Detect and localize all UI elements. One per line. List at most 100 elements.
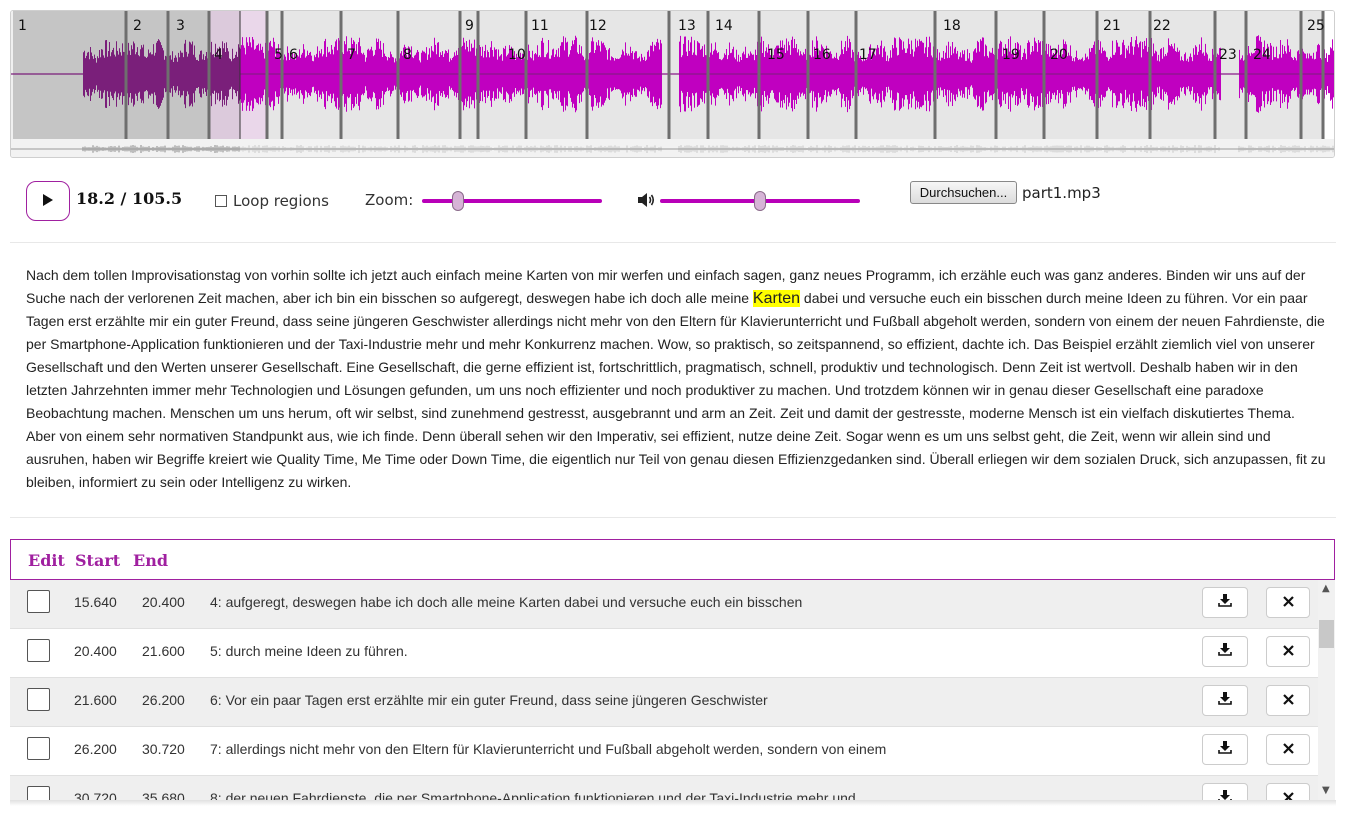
close-icon (1282, 643, 1294, 661)
table-header: Edit Start End (10, 539, 1335, 580)
region-boundary[interactable] (1095, 11, 1099, 139)
region-boundary[interactable] (166, 11, 170, 139)
loop-regions-label: Loop regions (233, 192, 329, 210)
duration: 105.5 (131, 189, 183, 208)
zoom-slider-thumb[interactable] (452, 191, 464, 211)
regions-table: Edit Start End 15.640 20.400 4: aufgeregt,… (10, 539, 1336, 800)
row-end: 35.680 (142, 790, 185, 800)
download-button[interactable] (1202, 636, 1248, 667)
region-label: 10 (508, 47, 526, 63)
loop-regions-toggle[interactable]: Loop regions (215, 192, 329, 210)
region-label: 22 (1153, 18, 1171, 34)
row-start: 15.640 (74, 594, 117, 610)
region-boundary[interactable] (207, 11, 211, 139)
divider (10, 517, 1336, 518)
table-row[interactable]: 26.200 30.720 7: allerdings nicht mehr von… (10, 727, 1318, 776)
download-icon (1218, 691, 1232, 710)
region-boundary[interactable] (524, 11, 528, 139)
download-button[interactable] (1202, 734, 1248, 765)
row-text: 8: der neuen Fahrdienste, die per Smartp… (210, 790, 856, 800)
region-boundary[interactable] (396, 11, 400, 139)
download-button[interactable] (1202, 587, 1248, 618)
row-start: 20.400 (74, 643, 117, 659)
header-start: Start (75, 551, 121, 570)
region-label: 11 (531, 18, 549, 34)
region-boundary[interactable] (933, 11, 937, 139)
scroll-up-icon[interactable]: ▲ (1322, 583, 1330, 594)
table-row[interactable]: 21.600 26.200 6: Vor ein paar Tagen erst e… (10, 678, 1318, 727)
delete-button[interactable] (1266, 685, 1310, 716)
region-boundary[interactable] (994, 11, 998, 139)
close-icon (1282, 692, 1294, 710)
region-label: 3 (176, 18, 185, 34)
play-button[interactable] (26, 181, 70, 221)
row-edit-checkbox[interactable] (27, 688, 50, 711)
row-edit-checkbox[interactable] (27, 786, 50, 800)
zoom-label: Zoom: (365, 191, 414, 209)
transcript-highlight: Karten (752, 290, 801, 307)
scroll-down-icon[interactable]: ▼ (1322, 785, 1330, 796)
region-label: 21 (1103, 18, 1121, 34)
region-label: 12 (589, 18, 607, 34)
table-body[interactable]: 15.640 20.400 4: aufgeregt, deswegen habe … (10, 580, 1318, 800)
table-row[interactable]: 30.720 35.680 8: der neuen Fahrdienste, di… (10, 776, 1318, 800)
table-scrollbar[interactable]: ▲ ▼ (1318, 580, 1335, 800)
region-label: 4 (214, 47, 223, 63)
delete-button[interactable] (1266, 636, 1310, 667)
row-end: 21.600 (142, 643, 185, 659)
close-icon (1282, 741, 1294, 759)
play-icon (42, 192, 54, 211)
row-edit-checkbox[interactable] (27, 639, 50, 662)
table-shadow (10, 800, 1336, 806)
row-end: 26.200 (142, 692, 185, 708)
zoom-slider[interactable] (422, 191, 602, 211)
region-label: 8 (403, 47, 412, 63)
region-boundary[interactable] (124, 11, 128, 139)
browse-file-button[interactable]: Durchsuchen... (910, 181, 1017, 204)
region-boundary[interactable] (1244, 11, 1248, 139)
table-row[interactable]: 15.640 20.400 4: aufgeregt, deswegen habe … (10, 580, 1318, 629)
region-label: 6 (289, 47, 298, 63)
region-label: 23 (1219, 47, 1237, 63)
region-boundary[interactable] (757, 11, 761, 139)
region-label: 13 (678, 18, 696, 34)
region-boundary[interactable] (339, 11, 343, 139)
region-boundary[interactable] (806, 11, 810, 139)
region-boundary[interactable] (280, 11, 284, 139)
volume-slider[interactable] (660, 191, 860, 211)
transcript-text: Nach dem tollen Improvisationstag von vo… (26, 264, 1326, 494)
loop-regions-checkbox[interactable] (215, 195, 227, 207)
region-boundary[interactable] (1299, 11, 1303, 139)
waveform-canvas[interactable]: 1 2 34 5 6 7 891011 12 13 1415 16 171819 2021 2223 242… (11, 11, 1335, 158)
region-label: 17 (859, 47, 877, 63)
region-boundary[interactable] (458, 11, 462, 139)
time-separator: / (120, 189, 127, 208)
download-icon (1218, 740, 1232, 759)
table-row[interactable]: 20.400 21.600 5: durch meine Ideen zu führ… (10, 629, 1318, 678)
delete-button[interactable] (1266, 734, 1310, 765)
download-icon (1218, 789, 1232, 800)
region-boundary[interactable] (1213, 11, 1217, 139)
region-label: 19 (1002, 47, 1020, 63)
volume-slider-thumb[interactable] (754, 191, 766, 211)
scrollbar-thumb[interactable] (1319, 620, 1334, 648)
volume-icon (636, 191, 656, 213)
region-boundary[interactable] (476, 11, 480, 139)
region-label: 24 (1253, 47, 1271, 63)
row-edit-checkbox[interactable] (27, 737, 50, 760)
region-boundary[interactable] (706, 11, 710, 139)
region-boundary[interactable] (1148, 11, 1152, 139)
download-button[interactable] (1202, 783, 1248, 800)
row-text: 6: Vor ein paar Tagen erst erzählte mir … (210, 692, 768, 708)
region-boundary[interactable] (265, 11, 269, 139)
delete-button[interactable] (1266, 587, 1310, 618)
download-button[interactable] (1202, 685, 1248, 716)
region-label: 2 (133, 18, 142, 34)
row-edit-checkbox[interactable] (27, 590, 50, 613)
waveform-display[interactable]: 1 2 3 4 5 6 7 8 9 10 11 12 13 14 15 16 17 18 19 20 21 22 23 24 2… (10, 10, 1335, 158)
row-text: 7: allerdings nicht mehr von den Eltern … (210, 741, 887, 757)
delete-button[interactable] (1266, 783, 1310, 800)
region-boundary[interactable] (667, 11, 671, 139)
region-boundary[interactable] (1042, 11, 1046, 139)
region-boundary[interactable] (854, 11, 858, 139)
